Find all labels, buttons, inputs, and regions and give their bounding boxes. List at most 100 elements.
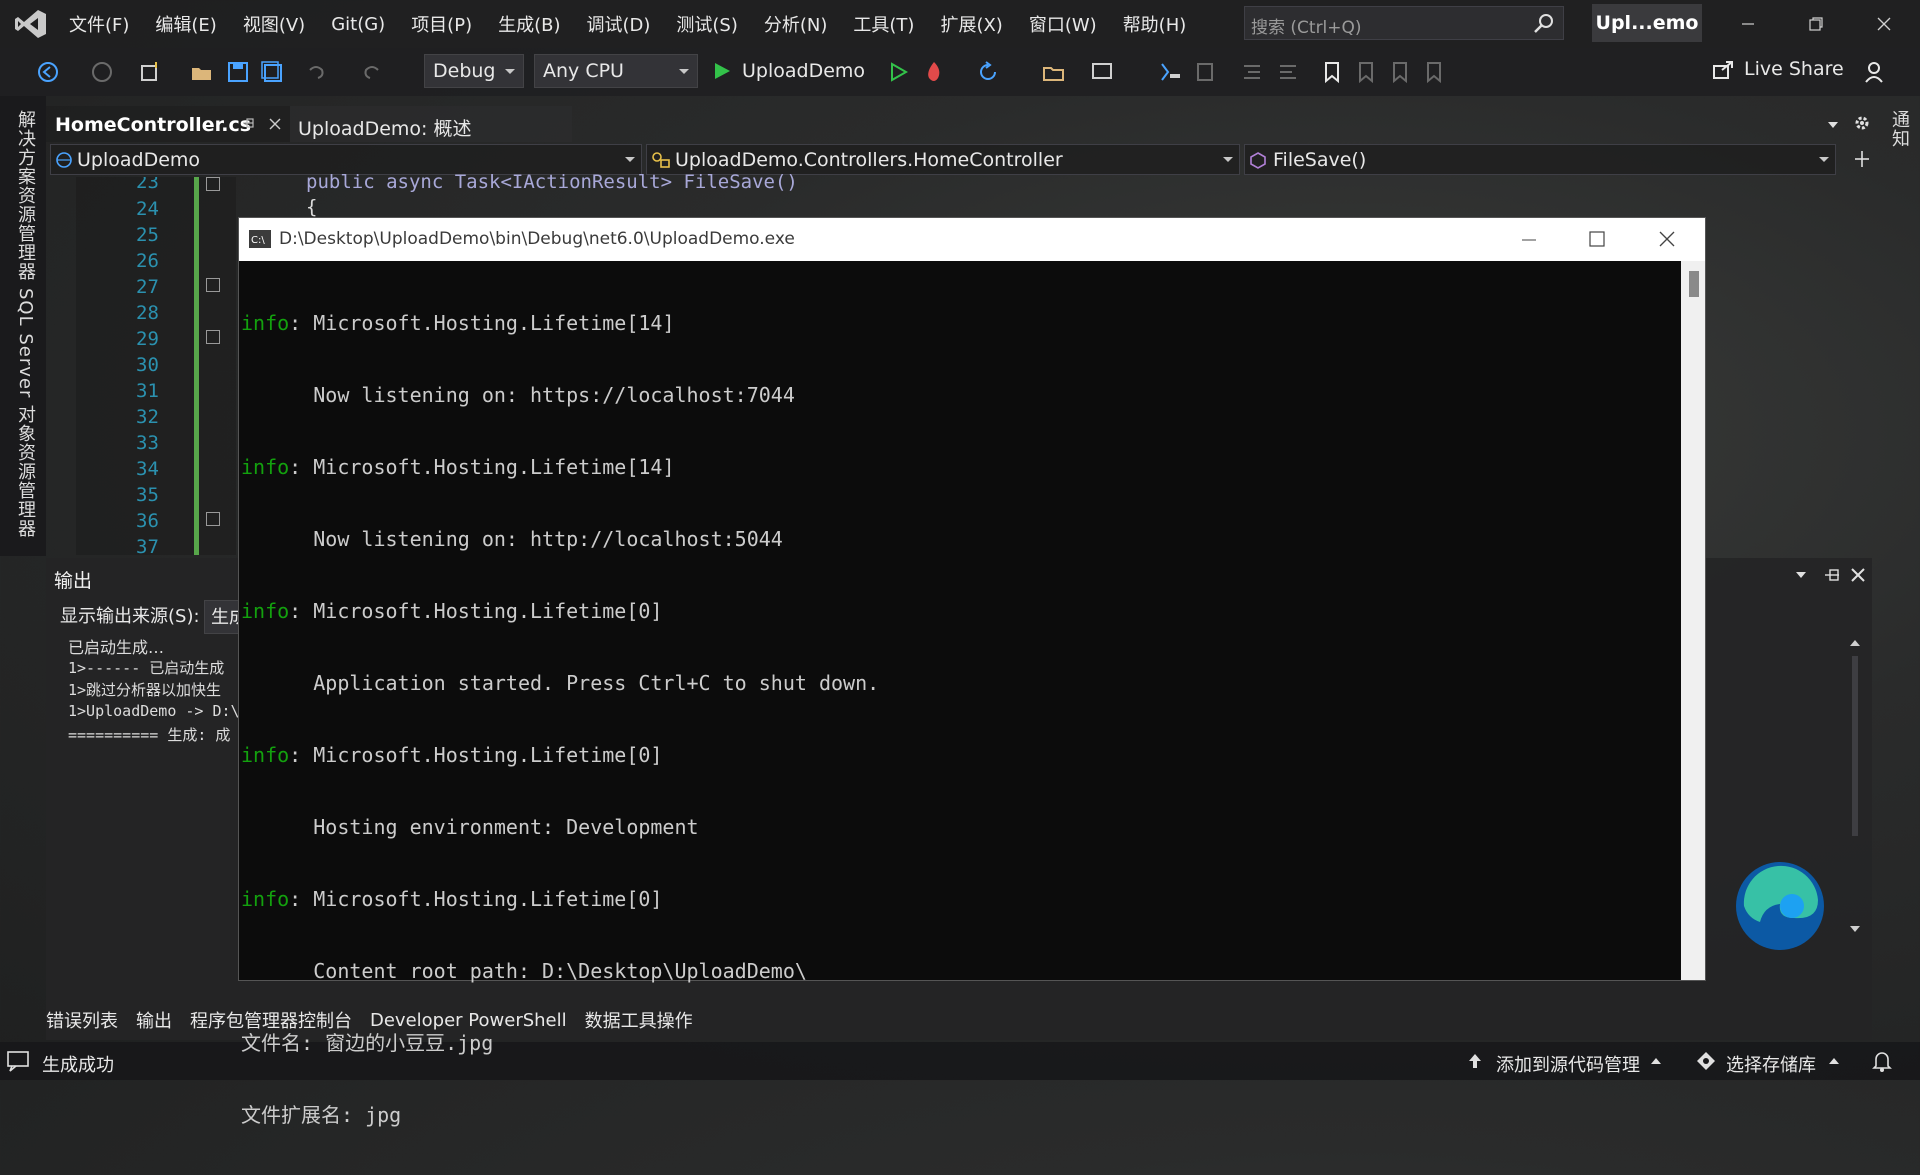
save-icon[interactable] bbox=[226, 60, 250, 84]
notifications-tab[interactable]: 通知 bbox=[1886, 110, 1912, 148]
console-line: 文件名: 窗边的小豆豆.jpg bbox=[241, 1031, 494, 1055]
menu-edit[interactable]: 编辑(E) bbox=[155, 11, 216, 37]
console-scroll-thumb[interactable] bbox=[1689, 271, 1699, 297]
redo-icon[interactable] bbox=[360, 60, 384, 84]
pin-icon[interactable] bbox=[242, 117, 254, 129]
menu-project[interactable]: 项目(P) bbox=[411, 11, 472, 37]
tab-error-list[interactable]: 错误列表 bbox=[46, 1007, 118, 1033]
tab-homecontroller[interactable]: HomeController.cs bbox=[46, 106, 290, 142]
standard-toolbar: Debug Any CPU UploadDemo Live Share bbox=[0, 48, 1920, 96]
panel-close-icon[interactable] bbox=[1850, 567, 1866, 583]
line-number: 27 bbox=[136, 276, 159, 298]
output-line: ========== 生成: 成 bbox=[68, 726, 231, 744]
menu-debug[interactable]: 调试(D) bbox=[587, 11, 651, 37]
previous-bookmark-icon[interactable] bbox=[1354, 60, 1378, 84]
search-icon[interactable] bbox=[1533, 13, 1555, 35]
menu-analyze[interactable]: 分析(N) bbox=[764, 11, 828, 37]
restore-icon[interactable] bbox=[1788, 0, 1844, 48]
split-editor-icon[interactable] bbox=[1854, 150, 1870, 168]
code-line[interactable]: { bbox=[306, 196, 317, 218]
console-close-icon[interactable] bbox=[1659, 231, 1675, 247]
close-icon[interactable] bbox=[1856, 0, 1912, 48]
console-window[interactable]: C:\ D:\Desktop\UploadDemo\bin\Debug\net6… bbox=[238, 217, 1706, 1127]
bookmark-icon[interactable] bbox=[1320, 60, 1344, 84]
tab-close-icon[interactable] bbox=[268, 117, 282, 131]
menu-view[interactable]: 视图(V) bbox=[243, 11, 305, 37]
class-name: UploadDemo.Controllers.HomeController bbox=[675, 148, 1063, 171]
search-placeholder: 搜索 (Ctrl+Q) bbox=[1251, 18, 1362, 38]
member-dropdown[interactable]: FileSave() bbox=[1244, 144, 1836, 175]
minimize-icon[interactable] bbox=[1720, 0, 1776, 48]
console-line: info: Microsoft.Hosting.Lifetime[14] bbox=[241, 455, 675, 479]
menu-build[interactable]: 生成(B) bbox=[498, 11, 560, 37]
tab-uploaddemo-overview[interactable]: UploadDemo: 概述 bbox=[290, 106, 572, 142]
chevron-up-icon[interactable] bbox=[1828, 1057, 1840, 1065]
next-bookmark-icon[interactable] bbox=[1388, 60, 1412, 84]
console-titlebar[interactable]: C:\ D:\Desktop\UploadDemo\bin\Debug\net6… bbox=[239, 218, 1705, 261]
outdent-icon[interactable] bbox=[1276, 60, 1300, 84]
sql-server-explorer-tab[interactable]: SQL Server 对象资源管理器 bbox=[12, 288, 38, 538]
notification-bell-icon[interactable] bbox=[1872, 1050, 1892, 1072]
output-line: 1>------ 已启动生成 bbox=[68, 659, 225, 677]
collapse-icon[interactable] bbox=[206, 278, 220, 292]
feedback-icon[interactable] bbox=[1864, 60, 1888, 84]
collapse-icon[interactable] bbox=[206, 330, 220, 344]
panel-pin-icon[interactable] bbox=[1824, 568, 1840, 582]
search-box[interactable]: 搜索 (Ctrl+Q) bbox=[1244, 6, 1564, 40]
platform-dropdown[interactable]: Any CPU bbox=[534, 54, 698, 88]
visual-studio-logo-icon[interactable] bbox=[14, 8, 48, 40]
start-without-debugging-icon[interactable] bbox=[886, 60, 910, 84]
project-name: UploadDemo bbox=[77, 148, 201, 171]
run-button[interactable]: UploadDemo bbox=[712, 54, 865, 88]
gear-icon[interactable] bbox=[1854, 115, 1870, 131]
tab-list-chevron-down-icon[interactable] bbox=[1826, 120, 1840, 130]
navigate-back-icon[interactable] bbox=[36, 60, 60, 84]
menu-window[interactable]: 窗口(W) bbox=[1029, 11, 1097, 37]
comment-icon[interactable] bbox=[1192, 60, 1216, 84]
menu-extensions[interactable]: 扩展(X) bbox=[940, 11, 1002, 37]
live-share-label: Live Share bbox=[1744, 58, 1844, 80]
output-scrollbar[interactable] bbox=[1848, 636, 1862, 936]
share-icon bbox=[1713, 61, 1733, 79]
code-line[interactable]: public async Task<IActionResult> FileSav… bbox=[306, 171, 798, 193]
menu-file[interactable]: 文件(F) bbox=[69, 11, 129, 37]
clear-bookmarks-icon[interactable] bbox=[1422, 60, 1446, 84]
menu-git[interactable]: Git(G) bbox=[331, 14, 385, 35]
menu-test[interactable]: 测试(S) bbox=[676, 11, 737, 37]
output-panel-title: 输出 bbox=[54, 570, 93, 592]
undo-icon[interactable] bbox=[304, 60, 328, 84]
indent-icon[interactable] bbox=[1240, 60, 1264, 84]
hot-reload-icon[interactable] bbox=[922, 60, 946, 84]
edge-browser-icon[interactable] bbox=[1734, 860, 1826, 952]
publish-icon[interactable] bbox=[1090, 60, 1114, 84]
solution-explorer-tab[interactable]: 解决方案资源管理器 bbox=[12, 110, 38, 281]
console-minimize-icon[interactable] bbox=[1521, 232, 1537, 248]
collapse-icon[interactable] bbox=[206, 512, 220, 526]
line-number: 37 bbox=[136, 536, 159, 555]
select-repository-button[interactable]: 选择存储库 bbox=[1726, 1051, 1816, 1077]
panel-chevron-down-icon[interactable] bbox=[1794, 570, 1808, 580]
configuration-dropdown[interactable]: Debug bbox=[424, 54, 524, 88]
new-project-icon[interactable] bbox=[138, 60, 162, 84]
globe-icon bbox=[56, 151, 72, 168]
menu-tools[interactable]: 工具(T) bbox=[853, 11, 914, 37]
line-number: 33 bbox=[136, 432, 159, 454]
menu-help[interactable]: 帮助(H) bbox=[1123, 11, 1187, 37]
console-output[interactable]: info: Microsoft.Hosting.Lifetime[14] Now… bbox=[241, 263, 1681, 1127]
save-all-icon[interactable] bbox=[260, 60, 284, 84]
console-scrollbar[interactable] bbox=[1681, 261, 1705, 980]
console-line: Now listening on: http://localhost:5044 bbox=[241, 527, 783, 551]
navigate-forward-icon[interactable] bbox=[90, 60, 114, 84]
tab-output[interactable]: 输出 bbox=[136, 1007, 172, 1033]
open-folder-icon[interactable] bbox=[190, 60, 214, 84]
step-icon[interactable] bbox=[1158, 60, 1182, 84]
left-tool-rail: 解决方案资源管理器 SQL Server 对象资源管理器 bbox=[0, 96, 46, 556]
collapse-icon[interactable] bbox=[206, 177, 220, 191]
console-line: info: Microsoft.Hosting.Lifetime[0] bbox=[241, 599, 663, 623]
console-maximize-icon[interactable] bbox=[1589, 231, 1605, 247]
live-share-button[interactable]: Live Share bbox=[1712, 58, 1844, 80]
play-icon bbox=[715, 63, 730, 79]
browse-folder-icon[interactable] bbox=[1042, 60, 1066, 84]
tab-label: UploadDemo: 概述 bbox=[298, 118, 472, 140]
refresh-icon[interactable] bbox=[976, 60, 1000, 84]
